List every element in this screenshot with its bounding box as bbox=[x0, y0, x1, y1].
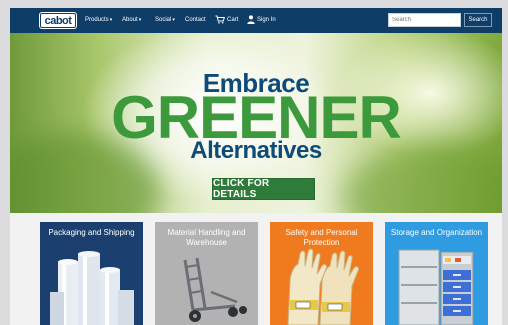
hero-banner[interactable]: Embrace GREENER Alternatives CLICK FOR D… bbox=[10, 33, 502, 213]
nav-contact[interactable]: Contact bbox=[185, 16, 206, 25]
hero-headline-alternatives: Alternatives bbox=[190, 137, 322, 164]
search-input[interactable] bbox=[388, 13, 461, 27]
navbar: cabot Products▾ About▾ Social▾ Contact C… bbox=[10, 8, 502, 33]
nav-products-label: Products bbox=[85, 17, 109, 23]
user-icon bbox=[247, 15, 255, 24]
category-packaging-shipping[interactable]: Packaging and Shipping bbox=[40, 222, 143, 325]
category-title: Packaging and Shipping bbox=[48, 228, 135, 237]
chevron-down-icon: ▾ bbox=[138, 17, 142, 23]
category-material-handling[interactable]: Material Handling and Warehouse bbox=[155, 222, 258, 325]
nav-social[interactable]: Social▾ bbox=[155, 16, 175, 25]
nav-about[interactable]: About▾ bbox=[122, 16, 141, 25]
cart-icon bbox=[215, 15, 225, 24]
nav-signin[interactable]: Sign In bbox=[247, 15, 276, 25]
nav-cart[interactable]: Cart bbox=[215, 15, 238, 25]
chevron-down-icon: ▾ bbox=[109, 17, 113, 23]
nav-contact-label: Contact bbox=[185, 17, 206, 23]
category-title: Storage and Organization bbox=[390, 228, 483, 237]
nav-about-label: About bbox=[122, 17, 138, 23]
logo-text: cabot bbox=[44, 14, 72, 27]
category-title: Safety and Personal Protection bbox=[285, 228, 358, 247]
chevron-down-icon: ▾ bbox=[172, 17, 175, 23]
search-button[interactable]: Search bbox=[464, 13, 492, 27]
browser-viewport: cabot Products▾ About▾ Social▾ Contact C… bbox=[10, 8, 502, 325]
category-safety-protection[interactable]: Safety and Personal Protection bbox=[270, 222, 373, 325]
nav-social-label: Social bbox=[155, 17, 172, 23]
click-for-details-button[interactable]: CLICK FOR DETAILS bbox=[212, 178, 315, 200]
nav-signin-label: Sign In bbox=[257, 17, 276, 24]
nav-products[interactable]: Products▾ bbox=[85, 16, 112, 25]
cabot-logo[interactable]: cabot bbox=[40, 13, 76, 28]
category-storage-organization[interactable]: Storage and Organization bbox=[385, 222, 488, 325]
category-title: Material Handling and Warehouse bbox=[167, 228, 246, 247]
nav-cart-label: Cart bbox=[227, 17, 239, 24]
